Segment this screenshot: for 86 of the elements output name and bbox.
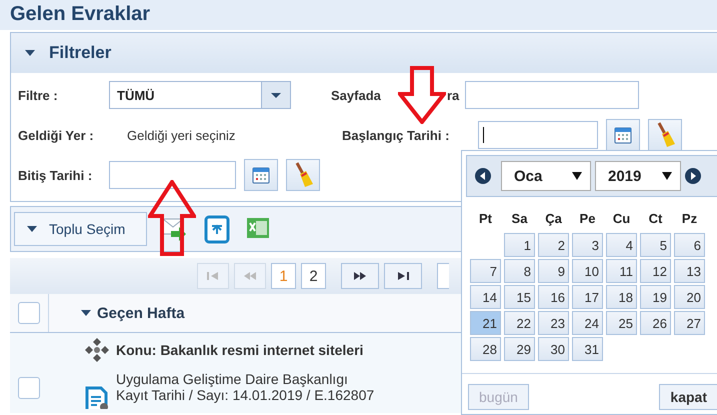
day-cell[interactable]: 14	[470, 285, 501, 309]
next-page-button[interactable]	[341, 263, 379, 289]
field-label: Filtre :	[18, 88, 59, 102]
field-label: Geldiği Yer :	[18, 128, 95, 142]
page-title: Gelen Evraklar	[0, 0, 717, 30]
next-month-icon[interactable]	[685, 168, 701, 184]
day-cell[interactable]: 26	[640, 311, 671, 335]
weekday-label: Ça	[544, 210, 563, 225]
day-cell[interactable]: 16	[538, 285, 569, 309]
calendar-button[interactable]	[244, 159, 278, 191]
day-cell[interactable]: 8	[504, 259, 535, 283]
group-toggle[interactable]: Geçen Hafta	[49, 294, 185, 332]
day-cell[interactable]: 29	[504, 337, 535, 361]
weekday-label: Pe	[578, 210, 596, 225]
date-field[interactable]	[478, 121, 598, 149]
day-cell[interactable]: 2	[538, 233, 569, 257]
clear-button[interactable]	[648, 119, 682, 151]
calendar-button[interactable]	[606, 119, 640, 151]
day-cell[interactable]: 6	[674, 233, 705, 257]
previous-month-icon[interactable]	[475, 168, 491, 184]
day-cell[interactable]: 27	[674, 311, 705, 335]
field-label: Sayfada	[331, 88, 382, 102]
last-page-icon	[396, 272, 410, 280]
page-button[interactable]: 2	[301, 263, 326, 289]
day-cell[interactable]: 24	[572, 311, 603, 335]
day-cell[interactable]: 20	[674, 285, 705, 309]
next-page-icon	[353, 272, 367, 280]
filters-header[interactable]: Filtreler	[11, 33, 717, 73]
calendar-icon	[613, 125, 633, 145]
day-cell[interactable]: 4	[606, 233, 637, 257]
day-cell[interactable]: 21	[470, 311, 501, 335]
day-cell[interactable]: 17	[572, 285, 603, 309]
weekday-label: Ct	[648, 210, 664, 225]
day-cell[interactable]: 18	[606, 285, 637, 309]
filter-dropdown[interactable]: TÜMÜ	[109, 81, 291, 109]
day-cell[interactable]: 11	[606, 259, 637, 283]
day-cell[interactable]: 30	[538, 337, 569, 361]
day-cell[interactable]: 28	[470, 337, 501, 361]
document-flow-icon[interactable]	[203, 214, 231, 244]
caret-icon	[27, 226, 37, 232]
weekday-label: Sa	[510, 210, 528, 225]
day-cell[interactable]: 10	[572, 259, 603, 283]
clear-button[interactable]	[286, 159, 320, 191]
month-dropdown[interactable]: Oca	[501, 161, 591, 191]
input-field[interactable]	[465, 81, 639, 109]
dropdown-arrow-icon	[572, 172, 582, 180]
field-label: ra	[447, 88, 460, 102]
calendar-icon	[251, 165, 271, 185]
day-cell[interactable]: 7	[470, 259, 501, 283]
weekday-label: Pz	[680, 210, 698, 225]
document-icon	[84, 385, 110, 409]
document-text: Uygulama Geliştime Daire Başkanlıgı	[116, 371, 349, 387]
day-cell[interactable]: 31	[572, 337, 603, 361]
dropdown-arrow-icon	[261, 82, 290, 108]
day-cell[interactable]: 13	[674, 259, 705, 283]
weekday-label: Cu	[612, 210, 632, 225]
date-field[interactable]	[109, 161, 236, 189]
year-dropdown[interactable]: 2019	[595, 161, 681, 191]
caret-icon	[81, 310, 91, 316]
field-label: Bitiş Tarihi :	[18, 168, 94, 182]
bulk-select-button[interactable]: Toplu Seçim	[14, 212, 147, 246]
day-cell[interactable]: 23	[538, 311, 569, 335]
move-icon	[84, 338, 110, 362]
day-cell[interactable]: 19	[640, 285, 671, 309]
weekday-label: Pt	[478, 210, 493, 225]
checkbox[interactable]	[18, 377, 40, 399]
day-cell[interactable]: 3	[572, 233, 603, 257]
previous-page-icon	[243, 272, 257, 280]
subject-text: Konu: Bakanlık resmi internet siteleri	[116, 342, 364, 358]
day-cell[interactable]: 12	[640, 259, 671, 283]
checkbox[interactable]	[18, 302, 40, 324]
panel-title: Filtreler	[49, 43, 112, 63]
day-cell[interactable]: 1	[504, 233, 535, 257]
day-cell[interactable]: 22	[504, 311, 535, 335]
day-cell[interactable]: 5	[640, 233, 671, 257]
day-cell[interactable]: 15	[504, 285, 535, 309]
source-placeholder[interactable]: Geldiği yeri seçiniz	[109, 128, 272, 142]
caret-icon	[25, 50, 35, 56]
close-button[interactable]: kapat	[659, 384, 717, 410]
first-page-icon	[206, 272, 220, 280]
document-text: Kayıt Tarihi / Sayı: 14.01.2019 / E.162807	[116, 387, 374, 403]
day-cell[interactable]: 25	[606, 311, 637, 335]
field-label: Başlangıç Tarihi :	[342, 128, 450, 142]
day-cell[interactable]: 9	[538, 259, 569, 283]
dropdown-arrow-icon	[662, 172, 672, 180]
last-page-button[interactable]	[384, 263, 422, 289]
